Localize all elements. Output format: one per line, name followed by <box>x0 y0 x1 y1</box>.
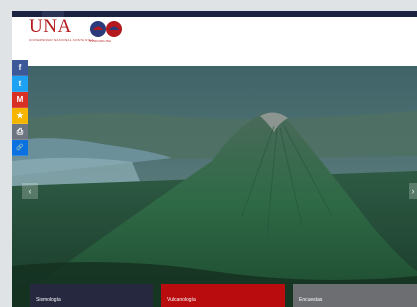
twitter-share-button[interactable]: t <box>12 76 28 92</box>
star-icon: ★ <box>16 111 24 120</box>
card-label: Encuestas <box>299 297 323 303</box>
chevron-left-icon: ‹ <box>28 186 32 196</box>
una-logo-text: UNA <box>29 16 72 37</box>
header: UNA UNIVERSIDAD NACIONAL COSTA RICA OVSI… <box>12 17 417 66</box>
volcano-image <box>12 66 417 307</box>
carousel-prev-button[interactable]: ‹ <box>22 183 38 199</box>
twitter-icon: t <box>18 79 22 88</box>
card-vulcanologia[interactable]: Vulcanología <box>161 284 285 307</box>
chevron-right-icon: › <box>411 186 415 196</box>
favorites-button[interactable]: ★ <box>12 108 28 124</box>
facebook-icon: f <box>18 63 22 72</box>
card-encuestas[interactable]: Encuestas <box>293 284 417 307</box>
copy-link-button[interactable]: 🔗 <box>12 140 28 156</box>
facebook-share-button[interactable]: f <box>12 60 28 76</box>
card-label: Vulcanología <box>167 297 196 303</box>
carousel-next-button[interactable]: › <box>409 183 417 199</box>
una-logo[interactable]: UNA UNIVERSIDAD NACIONAL COSTA RICA <box>29 16 94 43</box>
card-label: Sismología <box>36 297 61 303</box>
card-sismologia[interactable]: Sismología <box>30 284 153 307</box>
hero-slider <box>12 66 417 307</box>
print-button[interactable]: ⎙ <box>12 124 28 140</box>
print-icon: ⎙ <box>16 126 24 136</box>
social-share-bar: f t M ★ ⎙ 🔗 <box>12 60 28 156</box>
gmail-share-button[interactable]: M <box>12 92 28 108</box>
link-icon: 🔗 <box>16 145 24 151</box>
gmail-icon: M <box>16 95 24 104</box>
una-logo-subtitle: UNIVERSIDAD NACIONAL COSTA RICA <box>29 38 94 42</box>
ovsicori-logo[interactable] <box>89 19 139 39</box>
ovsicori-caption: OVSICORI-UNA <box>89 39 112 43</box>
page: UNA UNIVERSIDAD NACIONAL COSTA RICA OVSI… <box>0 0 417 307</box>
